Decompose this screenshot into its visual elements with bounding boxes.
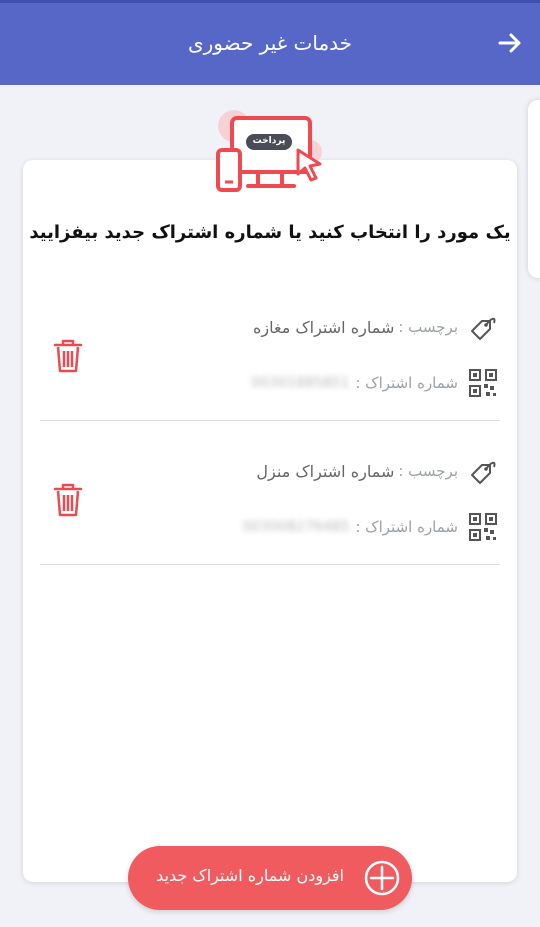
arrow-right-icon[interactable] (496, 29, 524, 57)
qr-code-icon (469, 369, 497, 397)
subscription-number: 003008276485 (242, 519, 350, 535)
label-value: شماره اشتراک منزل (256, 461, 395, 481)
number-key: شماره اشتراک : (355, 374, 458, 392)
label-line: برچسب : شماره اشتراک مغازه (253, 312, 500, 342)
subscription-row[interactable]: برچسب : شماره اشتراک مغازه شماره اشتراک … (40, 278, 500, 421)
label-line: برچسب : شماره اشتراک منزل (256, 456, 500, 486)
number-line: شماره اشتراک : 003008276485 (242, 512, 500, 542)
app-header: خدمات غیر حضوری (0, 3, 540, 85)
subscription-row[interactable]: برچسب : شماره اشتراک منزل شماره اشتراک :… (40, 422, 500, 565)
payment-badge-text: پرداخت (252, 136, 286, 146)
tag-icon (471, 317, 496, 340)
label-key: برچسب : (398, 318, 458, 336)
label-key: برچسب : (398, 462, 458, 480)
tag-icon (471, 461, 496, 484)
side-drawer-handle[interactable] (528, 100, 540, 278)
trash-icon[interactable] (52, 482, 84, 518)
add-subscription-button[interactable]: افزودن شماره اشتراک جدید (128, 846, 412, 910)
number-line: شماره اشتراک : 00301885851 (251, 368, 500, 398)
plus-circle-icon (364, 860, 400, 896)
qr-code-icon (469, 513, 497, 541)
label-value: شماره اشتراک مغازه (252, 317, 395, 337)
number-key: شماره اشتراک : (355, 518, 458, 536)
subscription-number: 00301885851 (251, 375, 350, 391)
payment-devices-illustration (216, 110, 322, 192)
add-subscription-label: افزودن شماره اشتراک جدید (156, 866, 344, 885)
page-title: خدمات غیر حضوری (187, 31, 353, 55)
trash-icon[interactable] (52, 338, 84, 374)
instruction-text: یک مورد را انتخاب کنید یا شماره اشتراک ج… (29, 222, 511, 243)
